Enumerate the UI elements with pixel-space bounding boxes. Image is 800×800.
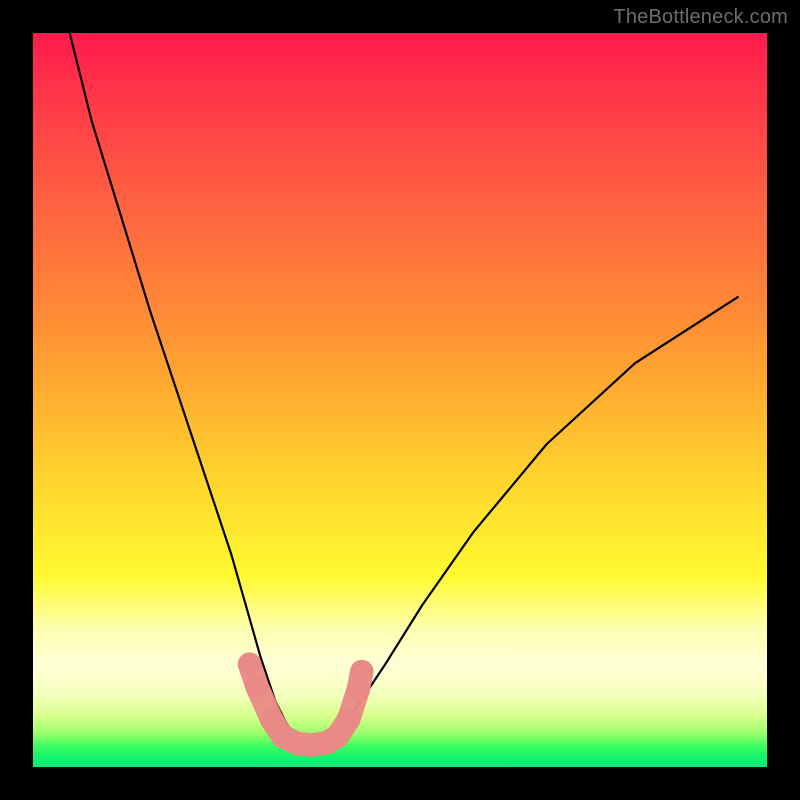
bottleneck-curve [70, 33, 738, 745]
curve-marker [245, 675, 268, 698]
bottleneck-curve-svg [33, 33, 767, 767]
curve-marker [337, 708, 360, 731]
plot-area [33, 33, 767, 767]
chart-frame: TheBottleneck.com [0, 0, 800, 800]
curve-marker [238, 653, 261, 676]
watermark-text: TheBottleneck.com [613, 6, 788, 29]
curve-marker [350, 660, 373, 683]
